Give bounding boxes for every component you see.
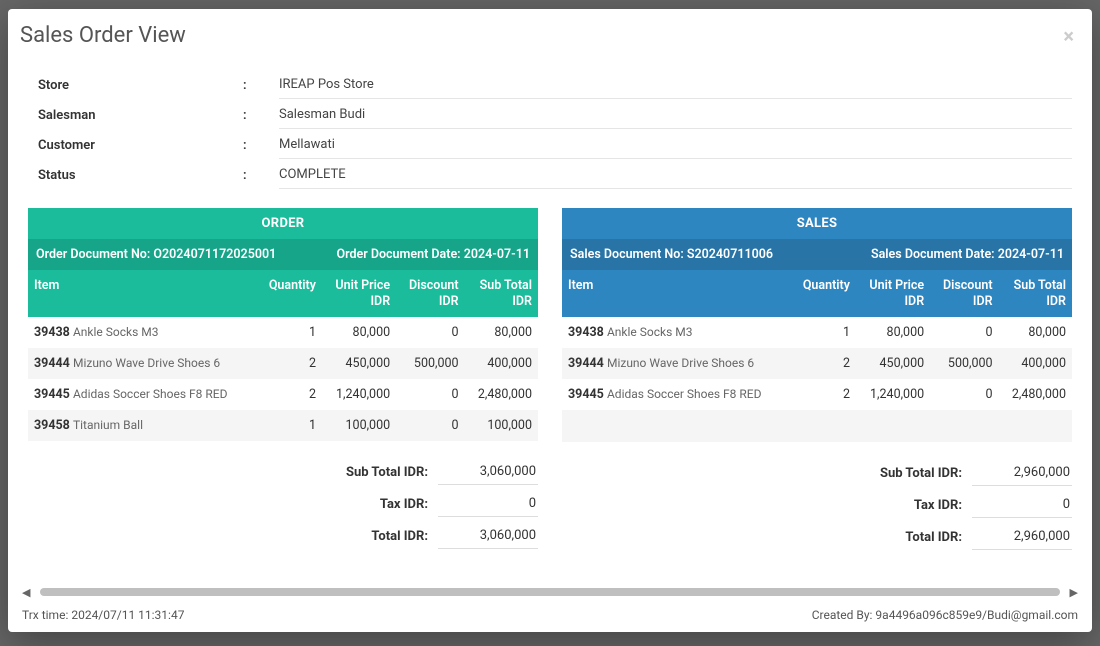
sales-subtotal-label: Sub Total IDR: <box>880 466 972 481</box>
sales-subtotal-value: 2,960,000 <box>972 460 1072 486</box>
col-item: Item <box>562 270 790 317</box>
order-doc-date: Order Document Date: 2024-07-11 <box>336 247 530 262</box>
col-unit: Unit PriceIDR <box>322 270 396 317</box>
order-panel: ORDER Order Document No: O20240711720250… <box>28 208 538 556</box>
table-row: 39444 Mizuno Wave Drive Shoes 62450,0005… <box>28 348 538 379</box>
sales-order-view-modal: Sales Order View × Store : IREAP Pos Sto… <box>8 9 1092 632</box>
table-row: 39438 Ankle Socks M3180,000080,000 <box>562 317 1072 348</box>
modal-title: Sales Order View <box>20 23 186 48</box>
sales-table: Item Quantity Unit PriceIDR DiscountIDR … <box>562 270 1072 442</box>
sales-panel: SALES Sales Document No: S20240711006 Sa… <box>562 208 1072 556</box>
salesman-label: Salesman <box>28 102 243 129</box>
order-doc-no: Order Document No: O2024071172025001 <box>36 247 276 262</box>
order-total-value: 3,060,000 <box>438 523 538 549</box>
col-sub: Sub TotalIDR <box>465 270 538 317</box>
table-row: 39444 Mizuno Wave Drive Shoes 62450,0005… <box>562 348 1072 379</box>
order-subtotal-value: 3,060,000 <box>438 459 538 485</box>
scroll-left-icon[interactable]: ◀ <box>22 586 30 599</box>
sales-doc-date: Sales Document Date: 2024-07-11 <box>871 247 1064 262</box>
sales-doc-no: Sales Document No: S20240711006 <box>570 247 773 262</box>
col-disc: DiscountIDR <box>396 270 464 317</box>
close-icon[interactable]: × <box>1063 26 1074 46</box>
order-tax-label: Tax IDR: <box>380 497 438 512</box>
trx-time: Trx time: 2024/07/11 11:31:47 <box>22 608 184 622</box>
col-qty: Quantity <box>256 270 322 317</box>
table-row: 39458 Titanium Ball1100,0000100,000 <box>28 410 538 441</box>
order-table: Item Quantity Unit PriceIDR DiscountIDR … <box>28 270 538 441</box>
status-value: COMPLETE <box>279 161 1072 189</box>
store-label: Store <box>28 72 243 99</box>
table-row: 39438 Ankle Socks M3180,000080,000 <box>28 317 538 348</box>
table-row: 39445 Adidas Soccer Shoes F8 RED21,240,0… <box>562 379 1072 410</box>
col-disc: DiscountIDR <box>930 270 998 317</box>
col-unit: Unit PriceIDR <box>856 270 930 317</box>
scroll-right-icon[interactable]: ▶ <box>1070 586 1078 599</box>
col-qty: Quantity <box>790 270 856 317</box>
status-label: Status <box>28 162 243 189</box>
order-header: ORDER <box>28 208 538 239</box>
store-value: IREAP Pos Store <box>279 71 1072 99</box>
sales-header: SALES <box>562 208 1072 239</box>
col-sub: Sub TotalIDR <box>999 270 1072 317</box>
order-totals: Sub Total IDR:3,060,000 Tax IDR:0 Total … <box>28 459 538 549</box>
sales-total-value: 2,960,000 <box>972 524 1072 550</box>
sales-totals: Sub Total IDR:2,960,000 Tax IDR:0 Total … <box>562 460 1072 550</box>
sales-tax-label: Tax IDR: <box>914 498 972 513</box>
order-tax-value: 0 <box>438 491 538 517</box>
horizontal-scrollbar[interactable]: ◀ ▶ <box>22 586 1078 600</box>
table-row: 39445 Adidas Soccer Shoes F8 RED21,240,0… <box>28 379 538 410</box>
sales-tax-value: 0 <box>972 492 1072 518</box>
col-item: Item <box>28 270 256 317</box>
order-info: Store : IREAP Pos Store Salesman : Sales… <box>28 70 1072 190</box>
order-subtotal-label: Sub Total IDR: <box>346 465 438 480</box>
order-total-label: Total IDR: <box>371 529 438 544</box>
table-row-empty <box>562 410 1072 442</box>
customer-value: Mellawati <box>279 131 1072 159</box>
customer-label: Customer <box>28 132 243 159</box>
created-by: Created By: 9a4496a096c859e9/Budi@gmail.… <box>812 608 1078 622</box>
salesman-value: Salesman Budi <box>279 101 1072 129</box>
sales-total-label: Total IDR: <box>905 530 972 545</box>
scroll-track[interactable] <box>40 588 1060 596</box>
